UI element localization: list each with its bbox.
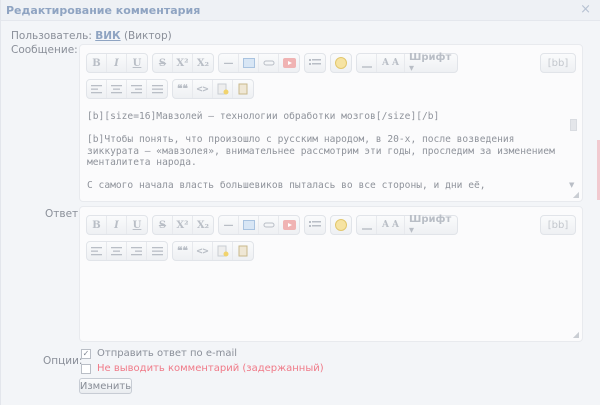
youtube-icon[interactable] <box>279 216 299 234</box>
scroll-down-icon[interactable]: ▼ <box>569 181 574 189</box>
align-left-icon[interactable] <box>87 80 107 98</box>
option-email-label: Отправить ответ по e-mail <box>97 348 238 359</box>
smiley-icon[interactable] <box>331 216 351 234</box>
quote-button[interactable]: ❝❝ <box>173 80 193 98</box>
spoiler-icon[interactable] <box>213 242 233 260</box>
italic-button[interactable]: I <box>107 54 127 72</box>
font-size-button[interactable]: A A <box>377 54 405 72</box>
font-family-select[interactable]: Шрифт ▾ <box>405 214 457 236</box>
dialog-titlebar: Редактирование комментария × <box>1 0 600 21</box>
code-button[interactable]: <> <box>193 80 213 98</box>
reply-editor: B I U S X² X₂ — A A Шрифт ▾ [bb] ❝❝ <> ◢ <box>79 206 583 342</box>
align-left-icon[interactable] <box>87 242 107 260</box>
paste-icon[interactable] <box>233 242 253 260</box>
link-icon[interactable] <box>259 216 279 234</box>
align-right-icon[interactable] <box>127 242 147 260</box>
reply-toolbar-row-1: B I U S X² X₂ — A A Шрифт ▾ <box>86 214 462 237</box>
user-label: Пользователь: <box>11 30 92 42</box>
resize-grip-icon[interactable]: ◢ <box>573 190 579 199</box>
message-scrollbar[interactable]: ▼ <box>568 109 578 189</box>
resize-grip-icon[interactable]: ◢ <box>573 330 579 339</box>
superscript-button[interactable]: X² <box>173 54 193 72</box>
align-right-icon[interactable] <box>127 80 147 98</box>
strike-button[interactable]: S <box>153 54 173 72</box>
hide-checkbox[interactable] <box>81 363 91 374</box>
underline-button[interactable]: U <box>127 54 147 72</box>
subscript-button[interactable]: X₂ <box>193 54 213 72</box>
username-link[interactable]: ВИК <box>95 30 120 42</box>
message-label: Сообщение: <box>11 44 78 56</box>
list-icon[interactable] <box>305 216 325 234</box>
dialog-title: Редактирование комментария <box>6 4 201 17</box>
bold-button[interactable]: B <box>87 216 107 234</box>
subscript-button[interactable]: X₂ <box>193 216 213 234</box>
align-center-icon[interactable] <box>107 242 127 260</box>
reply-label: Ответ: <box>45 208 82 220</box>
italic-button[interactable]: I <box>107 216 127 234</box>
user-realname: (Виктор) <box>123 30 172 42</box>
quote-button[interactable]: ❝❝ <box>173 242 193 260</box>
spoiler-icon[interactable] <box>213 80 233 98</box>
link-icon[interactable] <box>259 54 279 72</box>
font-size-button[interactable]: A A <box>377 216 405 234</box>
message-textarea[interactable]: [b][size=16]Мавзолей — технологии обрабо… <box>87 111 564 199</box>
close-icon[interactable]: × <box>580 2 591 17</box>
bold-button[interactable]: B <box>87 54 107 72</box>
user-line: Пользователь: ВИК (Виктор) <box>11 30 172 42</box>
submit-button[interactable]: Изменить <box>79 378 132 394</box>
options-label: Опции: <box>43 355 83 367</box>
list-icon[interactable] <box>305 54 325 72</box>
code-button[interactable]: <> <box>193 242 213 260</box>
text-color-icon[interactable] <box>357 216 377 234</box>
email-checkbox[interactable]: ✓ <box>81 348 91 359</box>
image-icon[interactable] <box>239 54 259 72</box>
youtube-icon[interactable] <box>279 54 299 72</box>
bbcode-toggle-button[interactable]: [bb] <box>540 53 576 73</box>
option-hide[interactable]: Не выводить комментарий (задержанный) <box>81 363 324 374</box>
underline-button[interactable]: U <box>127 216 147 234</box>
align-justify-icon[interactable] <box>147 242 167 260</box>
message-editor: B I U S X² X₂ — A A Шрифт ▾ [bb] ❝❝ <> [… <box>79 44 583 202</box>
message-toolbar-row-1: B I U S X² X₂ — A A Шрифт ▾ <box>86 52 462 75</box>
hr-button[interactable]: — <box>219 216 239 234</box>
align-center-icon[interactable] <box>107 80 127 98</box>
smiley-icon[interactable] <box>331 54 351 72</box>
reply-textarea[interactable] <box>87 269 564 337</box>
scrollbar-thumb[interactable] <box>570 119 577 131</box>
hr-button[interactable]: — <box>219 54 239 72</box>
strike-button[interactable]: S <box>153 216 173 234</box>
reply-toolbar-row-2: ❝❝ <> <box>86 241 258 263</box>
font-family-select[interactable]: Шрифт ▾ <box>405 52 457 74</box>
align-justify-icon[interactable] <box>147 80 167 98</box>
option-hide-label: Не выводить комментарий (задержанный) <box>97 363 324 374</box>
text-color-icon[interactable] <box>357 54 377 72</box>
image-icon[interactable] <box>239 216 259 234</box>
bbcode-toggle-button[interactable]: [bb] <box>540 215 576 235</box>
option-email[interactable]: ✓ Отправить ответ по e-mail <box>81 348 237 359</box>
edit-comment-dialog: Редактирование комментария × Пользовател… <box>0 0 600 405</box>
paste-icon[interactable] <box>233 80 253 98</box>
superscript-button[interactable]: X² <box>173 216 193 234</box>
message-toolbar-row-2: ❝❝ <> <box>86 79 258 101</box>
